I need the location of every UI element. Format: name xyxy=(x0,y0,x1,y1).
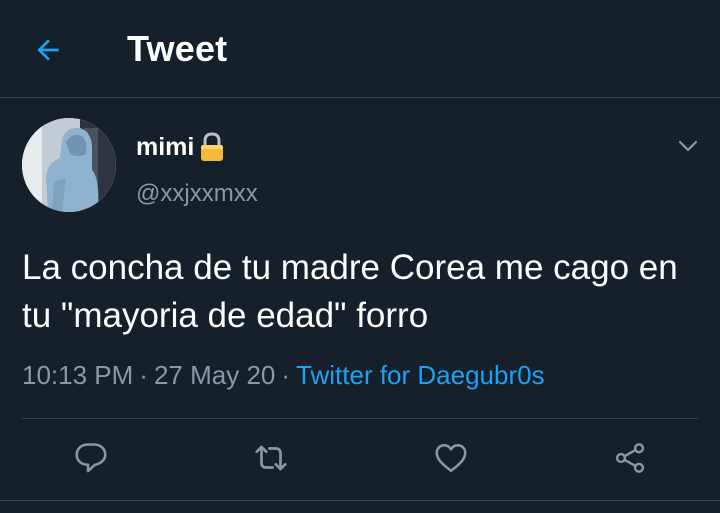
tweet-time: 10:13 PM xyxy=(22,360,134,390)
tweet-menu-button[interactable] xyxy=(676,134,700,158)
action-bar xyxy=(0,420,720,498)
username[interactable]: @xxjxxmxx xyxy=(136,180,258,208)
retweet-button[interactable] xyxy=(251,438,291,478)
heart-icon xyxy=(435,443,467,473)
lock-icon xyxy=(198,132,226,162)
top-bar: Tweet xyxy=(0,0,720,98)
reply-button[interactable] xyxy=(71,438,111,478)
bottom-divider xyxy=(0,500,720,501)
divider xyxy=(22,418,698,419)
tweet-meta: 10:13 PM · 27 May 20 · Twitter for Daegubr0s xyxy=(22,360,545,391)
like-button[interactable] xyxy=(431,438,471,478)
display-name-row: mimi xyxy=(136,132,226,162)
tweet-date: 27 May 20 xyxy=(153,360,276,390)
tweet-source-link[interactable]: Twitter for Daegubr0s xyxy=(296,360,545,390)
arrow-left-icon xyxy=(37,39,59,61)
tweet-detail-screen: Tweet mimi @xxjxxmxx La concha de tu mad… xyxy=(0,0,720,513)
share-button[interactable] xyxy=(610,438,650,478)
display-name[interactable]: mimi xyxy=(136,133,194,162)
meta-separator: · xyxy=(281,360,291,390)
chevron-down-icon xyxy=(678,140,698,152)
page-title: Tweet xyxy=(127,28,228,69)
speech-bubble-icon xyxy=(75,443,107,473)
retweet-icon xyxy=(255,445,287,471)
back-button[interactable] xyxy=(28,30,68,70)
tweet-text: La concha de tu madre Corea me cago en t… xyxy=(22,248,678,335)
avatar[interactable] xyxy=(22,118,116,212)
share-icon xyxy=(615,443,645,473)
meta-separator: · xyxy=(139,360,148,390)
